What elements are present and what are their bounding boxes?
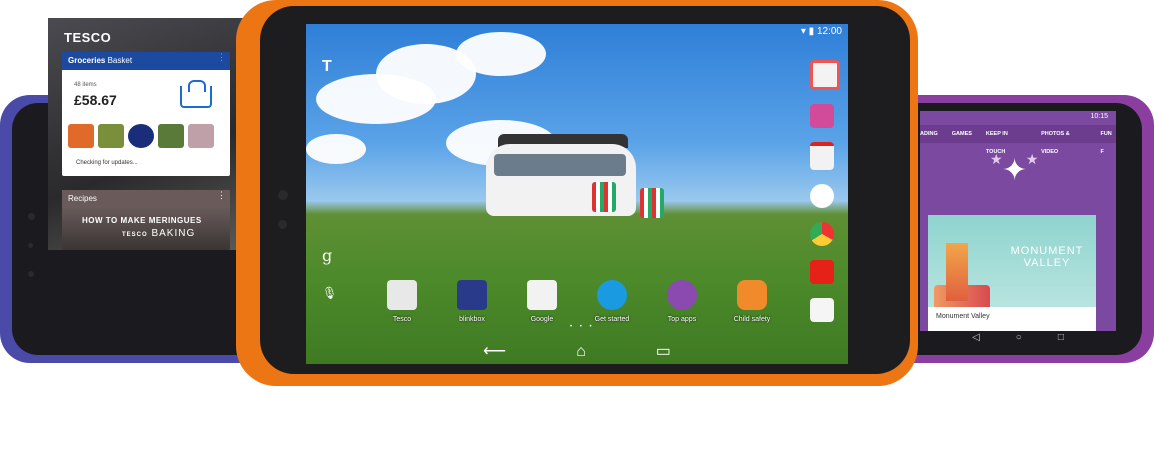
cloud bbox=[456, 32, 546, 76]
camera-app-icon[interactable] bbox=[810, 60, 840, 90]
get-started-app-icon bbox=[597, 280, 627, 310]
child-safety-app-icon bbox=[737, 280, 767, 310]
right-screen: 10:15 ADING GAMES KEEP IN TOUCH PHOTOS &… bbox=[920, 111, 1116, 331]
product-thumb[interactable] bbox=[158, 124, 184, 148]
recents-icon[interactable]: □ bbox=[1058, 332, 1064, 348]
app-label: Google bbox=[530, 316, 554, 323]
product-thumb[interactable] bbox=[98, 124, 124, 148]
all-apps-icon[interactable] bbox=[810, 184, 834, 208]
status-time: 10:15 bbox=[1090, 113, 1108, 120]
blinkbox-app-icon bbox=[457, 280, 487, 310]
tesco-app-icon bbox=[387, 280, 417, 310]
camera-icon bbox=[28, 213, 35, 220]
home-icon[interactable]: ○ bbox=[1016, 332, 1022, 348]
checking-updates: Checking for updates... bbox=[76, 160, 138, 166]
left-screen: TESCO Groceries Basket ⋮ 48 items £58.67… bbox=[48, 18, 248, 250]
recipe-title: HOW TO MAKE MERINGUES bbox=[82, 216, 202, 225]
tab-games[interactable]: GAMES bbox=[952, 125, 972, 143]
app-get-started[interactable]: Get started bbox=[592, 280, 632, 323]
recents-icon[interactable]: ▭ bbox=[656, 340, 671, 364]
back-icon[interactable]: ⟵ bbox=[483, 340, 506, 364]
google-app-icon bbox=[527, 280, 557, 310]
google-search-icon[interactable]: g bbox=[322, 246, 332, 265]
app-label: Get started bbox=[594, 316, 630, 323]
tab-photos-video[interactable]: PHOTOS & VIDEO bbox=[1041, 125, 1086, 155]
microphone-icon[interactable]: 🎙 bbox=[322, 286, 337, 300]
monument-valley-card[interactable]: MONUMENT VALLEY Monument Valley bbox=[928, 215, 1096, 331]
camera-icon bbox=[278, 190, 288, 200]
nav-bar: ⟵ ⌂ ▭ bbox=[306, 340, 848, 364]
tesco-t-icon[interactable]: T bbox=[322, 58, 332, 76]
game-art-title: MONUMENT VALLEY bbox=[1010, 245, 1084, 269]
app-label: Top apps bbox=[667, 316, 697, 323]
app-tesco[interactable]: Tesco bbox=[382, 280, 422, 323]
app-label: Tesco bbox=[392, 316, 412, 323]
cloud bbox=[306, 134, 366, 164]
tab-fun[interactable]: FUN F bbox=[1100, 125, 1116, 155]
app-child-safety[interactable]: Child safety bbox=[732, 280, 772, 323]
gmail-app-icon[interactable] bbox=[810, 142, 834, 170]
groceries-subtitle: Basket bbox=[107, 56, 133, 65]
recipe-brand: TESCO bbox=[122, 232, 148, 238]
groceries-header: Groceries Basket bbox=[62, 52, 230, 70]
top-apps-app-icon bbox=[667, 280, 697, 310]
items-count: 48 items bbox=[74, 82, 97, 88]
recipes-header: Recipes bbox=[62, 190, 230, 208]
recipe-category: TESCO BAKING bbox=[122, 228, 195, 239]
recipe-subtitle: BAKING bbox=[151, 228, 196, 239]
status-bar: ▾ ▮ 12:00 bbox=[800, 26, 842, 37]
recipes-card[interactable]: Recipes ⋮ HOW TO MAKE MERINGUES TESCO BA… bbox=[62, 190, 230, 250]
center-screen: ▾ ▮ 12:00 T g 🎙 Tesco blinkbox Google Ge… bbox=[306, 24, 848, 364]
artwork-tower bbox=[946, 243, 968, 301]
right-dock bbox=[810, 60, 840, 322]
product-thumb[interactable] bbox=[188, 124, 214, 148]
product-thumb[interactable] bbox=[128, 124, 154, 148]
gallery-app-icon[interactable] bbox=[810, 104, 834, 128]
back-icon[interactable]: ◁ bbox=[972, 332, 980, 348]
home-icon[interactable]: ⌂ bbox=[576, 340, 586, 364]
product-thumb[interactable] bbox=[68, 124, 94, 148]
basket-price: £58.67 bbox=[74, 92, 117, 108]
home-app-row: Tesco blinkbox Google Get started Top ap… bbox=[382, 280, 772, 323]
app-google[interactable]: Google bbox=[522, 280, 562, 323]
category-tabs: ADING GAMES KEEP IN TOUCH PHOTOS & VIDEO… bbox=[920, 125, 1116, 155]
game-name: Monument Valley bbox=[936, 313, 990, 320]
star-badge-icon: ✦ bbox=[1002, 154, 1028, 187]
van-windows bbox=[494, 154, 626, 176]
play-store-app-icon[interactable] bbox=[810, 298, 834, 322]
app-label: Child safety bbox=[733, 316, 771, 323]
more-options-icon[interactable]: ⋮ bbox=[217, 53, 226, 62]
basket-icon[interactable] bbox=[180, 86, 212, 108]
app-blinkbox[interactable]: blinkbox bbox=[452, 280, 492, 323]
deck-chair bbox=[640, 188, 664, 218]
youtube-app-icon[interactable] bbox=[810, 260, 834, 284]
sensor-icon bbox=[278, 220, 287, 229]
tesco-logo: TESCO bbox=[64, 30, 112, 45]
groceries-card[interactable]: Groceries Basket ⋮ 48 items £58.67 Check… bbox=[62, 52, 230, 176]
right-nav-bar: ◁ ○ □ bbox=[920, 332, 1116, 348]
app-label: blinkbox bbox=[459, 316, 485, 323]
page-indicator: • • • bbox=[570, 324, 595, 330]
sensor-icon bbox=[28, 243, 33, 248]
status-time: 12:00 bbox=[816, 26, 842, 37]
more-options-icon[interactable]: ⋮ bbox=[217, 191, 226, 200]
sensor-icon bbox=[28, 271, 34, 277]
product-thumbnails bbox=[68, 124, 214, 148]
deck-chair bbox=[592, 182, 616, 212]
game-artwork: MONUMENT VALLEY bbox=[928, 215, 1096, 307]
groceries-title: Groceries bbox=[68, 56, 106, 65]
chrome-app-icon[interactable] bbox=[810, 222, 834, 246]
app-top-apps[interactable]: Top apps bbox=[662, 280, 702, 323]
tab-keep-in-touch[interactable]: KEEP IN TOUCH bbox=[986, 125, 1027, 155]
tab-reading[interactable]: ADING bbox=[920, 125, 938, 143]
